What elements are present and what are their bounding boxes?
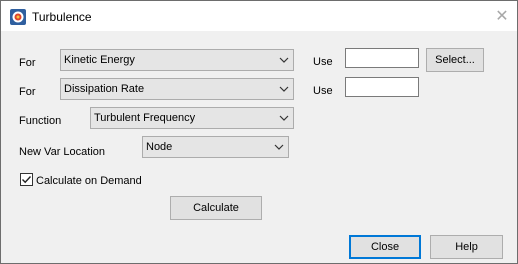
- function-label: Function: [19, 115, 62, 127]
- calculate-button[interactable]: Calculate: [170, 196, 262, 220]
- close-icon[interactable]: ✕: [491, 5, 513, 27]
- chevron-down-icon: [279, 55, 289, 65]
- chevron-down-icon: [279, 84, 289, 94]
- window-title: Turbulence: [32, 10, 92, 24]
- dropdown-value: Turbulent Frequency: [94, 112, 196, 124]
- select-button[interactable]: Select...: [426, 48, 484, 72]
- title-bar: Turbulence ✕: [1, 1, 517, 31]
- use-field-2[interactable]: [345, 77, 419, 97]
- for-label-1: For: [19, 57, 36, 69]
- function-dropdown[interactable]: Turbulent Frequency: [90, 107, 294, 129]
- chevron-down-icon: [274, 142, 284, 152]
- chevron-down-icon: [279, 113, 289, 123]
- close-button[interactable]: Close: [349, 235, 421, 259]
- help-button[interactable]: Help: [430, 235, 503, 259]
- kinetic-energy-dropdown[interactable]: Kinetic Energy: [60, 49, 294, 71]
- dropdown-value: Node: [146, 141, 173, 153]
- use-label-1: Use: [313, 56, 333, 68]
- use-field-1[interactable]: [345, 48, 419, 68]
- dropdown-value: Dissipation Rate: [64, 83, 145, 95]
- dropdown-value: Kinetic Energy: [64, 54, 135, 66]
- new-var-location-label: New Var Location: [19, 146, 106, 158]
- use-label-2: Use: [313, 85, 333, 97]
- for-label-2: For: [19, 86, 36, 98]
- calculate-on-demand-label[interactable]: Calculate on Demand: [36, 175, 142, 187]
- tecplot-app-icon: [10, 9, 26, 25]
- new-var-location-dropdown[interactable]: Node: [142, 136, 289, 158]
- dissipation-rate-dropdown[interactable]: Dissipation Rate: [60, 78, 294, 100]
- turbulence-dialog: Turbulence ✕ For Kinetic Energy Use Sele…: [0, 0, 518, 264]
- checkmark-icon: [22, 176, 32, 184]
- calculate-on-demand-checkbox[interactable]: [20, 173, 33, 186]
